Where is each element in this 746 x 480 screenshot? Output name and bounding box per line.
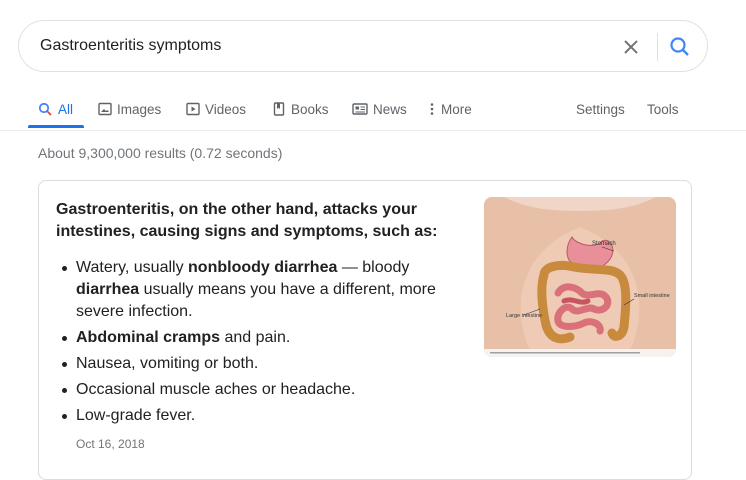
- image-icon: [98, 102, 112, 116]
- search-icon: [38, 102, 52, 116]
- active-tab-indicator: [28, 125, 84, 128]
- item-bold: Abdominal cramps: [76, 329, 221, 346]
- item-text: Watery, usually: [76, 259, 189, 276]
- label-large-intestine: Large intestine: [506, 313, 542, 319]
- tab-label: Videos: [205, 101, 247, 117]
- list-item: Watery, usually nonbloody diarrhea — blo…: [56, 257, 436, 323]
- tab-videos[interactable]: Videos: [186, 100, 246, 118]
- snippet-heading: Gastroenteritis, on the other hand, atta…: [56, 201, 438, 240]
- featured-snippet: Gastroenteritis, on the other hand, atta…: [38, 180, 692, 480]
- search-box[interactable]: Gastroenteritis symptoms: [18, 20, 708, 72]
- tab-label: More: [441, 101, 472, 117]
- symptom-list: Watery, usually nonbloody diarrhea — blo…: [56, 257, 436, 431]
- tab-books[interactable]: Books: [272, 100, 329, 118]
- tab-label: Books: [291, 101, 329, 117]
- list-item: Low-grade fever.: [56, 405, 436, 427]
- item-bold: diarrhea: [76, 281, 140, 298]
- tab-news[interactable]: News: [352, 100, 407, 118]
- item-text: and pain.: [220, 329, 291, 346]
- digestive-system-illustration: Stomach Small intestine Large intestine: [484, 197, 676, 357]
- label-stomach: Stomach: [592, 241, 616, 247]
- newspaper-icon: [352, 103, 368, 115]
- search-query-text[interactable]: Gastroenteritis symptoms: [40, 37, 221, 55]
- tab-label: All: [58, 101, 74, 117]
- tab-label: News: [373, 101, 407, 117]
- label-small-intestine: Small intestine: [634, 293, 670, 299]
- results-stats: About 9,300,000 results (0.72 seconds): [38, 145, 283, 161]
- item-text: — bloody: [337, 259, 410, 276]
- tab-images[interactable]: Images: [98, 100, 161, 118]
- anatomy-image[interactable]: Stomach Small intestine Large intestine: [484, 197, 676, 357]
- tab-label: Images: [117, 101, 162, 117]
- list-item: Abdominal cramps and pain.: [56, 327, 436, 349]
- search-divider: [657, 33, 658, 61]
- play-icon: [186, 102, 200, 116]
- search-tabs: All Images Videos Books News More Settin…: [0, 96, 746, 131]
- close-icon[interactable]: [618, 34, 644, 60]
- snippet-date: Oct 16, 2018: [76, 437, 145, 451]
- item-bold: nonbloody diarrhea: [188, 259, 338, 276]
- settings-link[interactable]: Settings: [576, 100, 625, 118]
- tab-all[interactable]: All: [38, 100, 73, 118]
- list-item: Occasional muscle aches or headache.: [56, 379, 436, 401]
- tools-link[interactable]: Tools: [647, 100, 679, 118]
- magnifier-icon[interactable]: [667, 34, 693, 60]
- kebab-icon: [430, 103, 434, 115]
- list-item: Nausea, vomiting or both.: [56, 353, 436, 375]
- book-icon: [273, 102, 285, 116]
- tab-more[interactable]: More: [428, 100, 472, 118]
